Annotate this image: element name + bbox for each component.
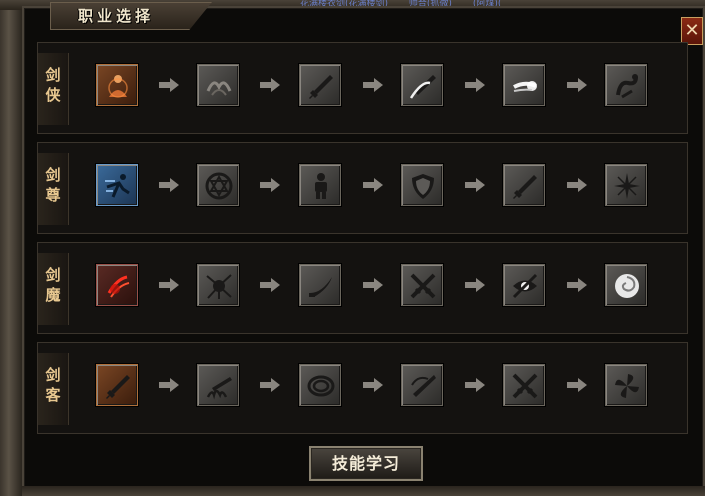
armor-figure-icon: [315, 173, 327, 199]
star-burst-icon: [614, 173, 640, 199]
arrow-right-icon: [363, 78, 383, 92]
class-name-char: 剑: [45, 66, 61, 84]
arrow-right-icon: [260, 278, 280, 292]
energy-burst-icon: [513, 81, 537, 92]
slash-sword-icon: [409, 75, 436, 99]
window-title: 职业选择: [78, 7, 155, 25]
skill-slot[interactable]: [503, 64, 545, 106]
arrow-right-icon: [465, 78, 485, 92]
class-name-char: 剑: [45, 366, 61, 384]
arrow-right-icon: [159, 78, 179, 92]
arrow-right-icon: [260, 378, 280, 392]
meditate-icon: [108, 75, 128, 98]
class-name-label[interactable]: 剑客: [38, 353, 69, 425]
skill-slot[interactable]: [197, 264, 239, 306]
dragon-icon: [616, 74, 638, 99]
sword-icon: [309, 75, 333, 99]
arrow-right-icon: [465, 278, 485, 292]
left-frame: [0, 0, 22, 496]
arrow-right-icon: [363, 278, 383, 292]
arrow-right-icon: [159, 378, 179, 392]
crossed-swords-icon: [410, 273, 436, 299]
class-name-char: 剑: [45, 166, 61, 184]
crack-icon: [206, 274, 232, 299]
class-name-label[interactable]: 剑魔: [38, 253, 69, 325]
skill-slot[interactable]: [401, 364, 443, 406]
skill-slot[interactable]: [503, 164, 545, 206]
skill-slot[interactable]: [605, 164, 647, 206]
class-row: 剑客: [37, 342, 688, 434]
arrow-right-icon: [260, 78, 280, 92]
skill-slot[interactable]: [299, 64, 341, 106]
skill-slot[interactable]: [605, 64, 647, 106]
arrow-right-icon: [363, 178, 383, 192]
skill-slot[interactable]: [197, 364, 239, 406]
skill-slot[interactable]: [299, 364, 341, 406]
class-name-char: 剑: [45, 266, 61, 284]
eye-slash-icon: [512, 273, 538, 299]
skill-slot[interactable]: [503, 364, 545, 406]
arrow-right-icon: [465, 178, 485, 192]
skill-slot[interactable]: [96, 364, 138, 406]
skill-slot[interactable]: [96, 164, 138, 206]
skill-slot[interactable]: [96, 264, 138, 306]
learn-skill-button[interactable]: 技能学习: [309, 446, 423, 481]
crossed-swords-icon: [512, 373, 538, 399]
class-row: 剑尊: [37, 142, 688, 234]
hexagram-icon: [205, 172, 233, 200]
class-name-char: 魔: [45, 286, 61, 304]
shield-icon: [412, 174, 434, 199]
skill-slot[interactable]: [401, 164, 443, 206]
shuriken-icon: [615, 374, 639, 398]
sword-icon: [513, 175, 537, 199]
sword-icon: [106, 375, 130, 399]
class-name-char: 侠: [45, 86, 61, 104]
arrow-right-icon: [567, 278, 587, 292]
skill-slot[interactable]: [503, 264, 545, 306]
class-name-char: 尊: [45, 186, 61, 204]
skill-slot[interactable]: [605, 364, 647, 406]
skill-slot[interactable]: [299, 264, 341, 306]
blood-claw-icon: [107, 275, 130, 298]
arrow-right-icon: [567, 78, 587, 92]
faded-wings-icon: [206, 81, 232, 96]
arrow-right-icon: [567, 378, 587, 392]
class-name-label[interactable]: 剑侠: [38, 53, 69, 125]
vortex-icon: [615, 274, 639, 298]
class-name-label[interactable]: 剑尊: [38, 153, 69, 225]
skill-slot[interactable]: [96, 64, 138, 106]
skill-slot[interactable]: [197, 164, 239, 206]
arrow-right-icon: [260, 178, 280, 192]
class-name-char: 客: [45, 386, 61, 404]
curved-blade-icon: [309, 277, 332, 297]
arrow-right-icon: [159, 278, 179, 292]
class-row: 剑侠: [37, 42, 688, 134]
swirl-sword-icon: [411, 375, 436, 397]
arrow-right-icon: [567, 178, 587, 192]
skill-slot[interactable]: [605, 264, 647, 306]
class-row: 剑魔: [37, 242, 688, 334]
arrow-right-icon: [465, 378, 485, 392]
sword-flame-icon: [206, 377, 232, 400]
bottom-frame: [22, 486, 705, 496]
skill-slot[interactable]: [299, 164, 341, 206]
spiral-ring-icon: [307, 375, 335, 397]
skill-slot[interactable]: [401, 264, 443, 306]
arrow-right-icon: [363, 378, 383, 392]
close-button[interactable]: ✕: [681, 17, 703, 45]
skill-slot[interactable]: [197, 64, 239, 106]
dash-figure-icon: [105, 174, 130, 198]
skill-slot[interactable]: [401, 64, 443, 106]
arrow-right-icon: [159, 178, 179, 192]
